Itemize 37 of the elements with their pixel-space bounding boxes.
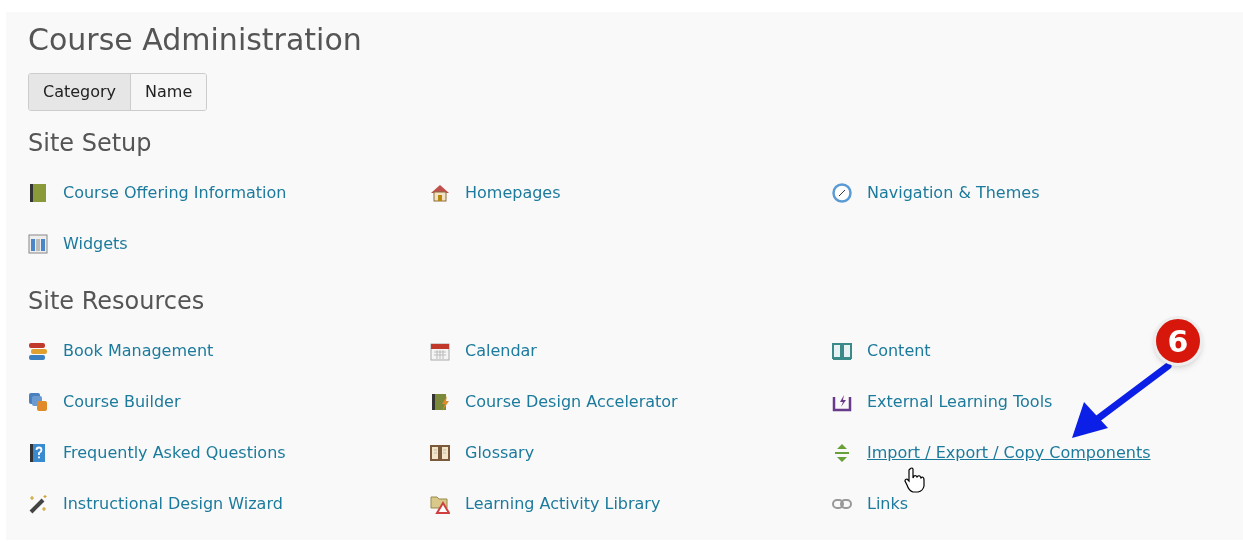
- up-down-arrows-icon: [832, 442, 852, 463]
- tool-link[interactable]: Homepages: [465, 180, 561, 205]
- tool-link[interactable]: Glossary: [465, 440, 535, 465]
- tool-link[interactable]: Links: [867, 491, 909, 516]
- page-title: Course Administration: [28, 22, 363, 58]
- hand-cursor-icon: [904, 467, 926, 493]
- view-toggle-tab[interactable]: Name: [130, 74, 207, 110]
- view-toggle-tab[interactable]: Category: [29, 74, 131, 110]
- tool-link[interactable]: Course Builder: [63, 389, 181, 414]
- section-heading: Site Setup: [28, 128, 153, 159]
- cubes-icon: [28, 391, 48, 412]
- tool-link[interactable]: Learning Activity Library: [465, 491, 661, 516]
- open-book-icon: [430, 442, 450, 463]
- question-book-icon: [28, 442, 48, 463]
- books-icon: [28, 340, 48, 361]
- compass-icon: [832, 182, 852, 203]
- calendar-icon: [430, 340, 450, 361]
- folder-warning-icon: [430, 493, 450, 514]
- book-bolt-icon: [430, 391, 450, 412]
- tool-link[interactable]: Instructional Design Wizard: [63, 491, 283, 516]
- magic-wand-icon: [28, 493, 48, 514]
- house-icon: [430, 182, 450, 203]
- tool-link[interactable]: Calendar: [465, 338, 537, 363]
- tool-link[interactable]: Frequently Asked Questions: [63, 440, 286, 465]
- tool-link[interactable]: Book Management: [63, 338, 214, 363]
- tool-link[interactable]: External Learning Tools: [867, 389, 1053, 414]
- book-icon: [28, 182, 48, 203]
- section-heading: Site Resources: [28, 286, 206, 317]
- tool-link[interactable]: Import / Export / Copy Components: [867, 440, 1151, 465]
- tool-link[interactable]: Widgets: [63, 231, 128, 256]
- tool-link[interactable]: Content: [867, 338, 931, 363]
- step-badge: 6: [1153, 316, 1203, 366]
- tool-link[interactable]: Course Offering Information: [63, 180, 287, 205]
- tool-link[interactable]: Navigation & Themes: [867, 180, 1040, 205]
- open-book-icon: [832, 340, 852, 361]
- tool-link[interactable]: Course Design Accelerator: [465, 389, 678, 414]
- widgets-icon: [28, 233, 48, 254]
